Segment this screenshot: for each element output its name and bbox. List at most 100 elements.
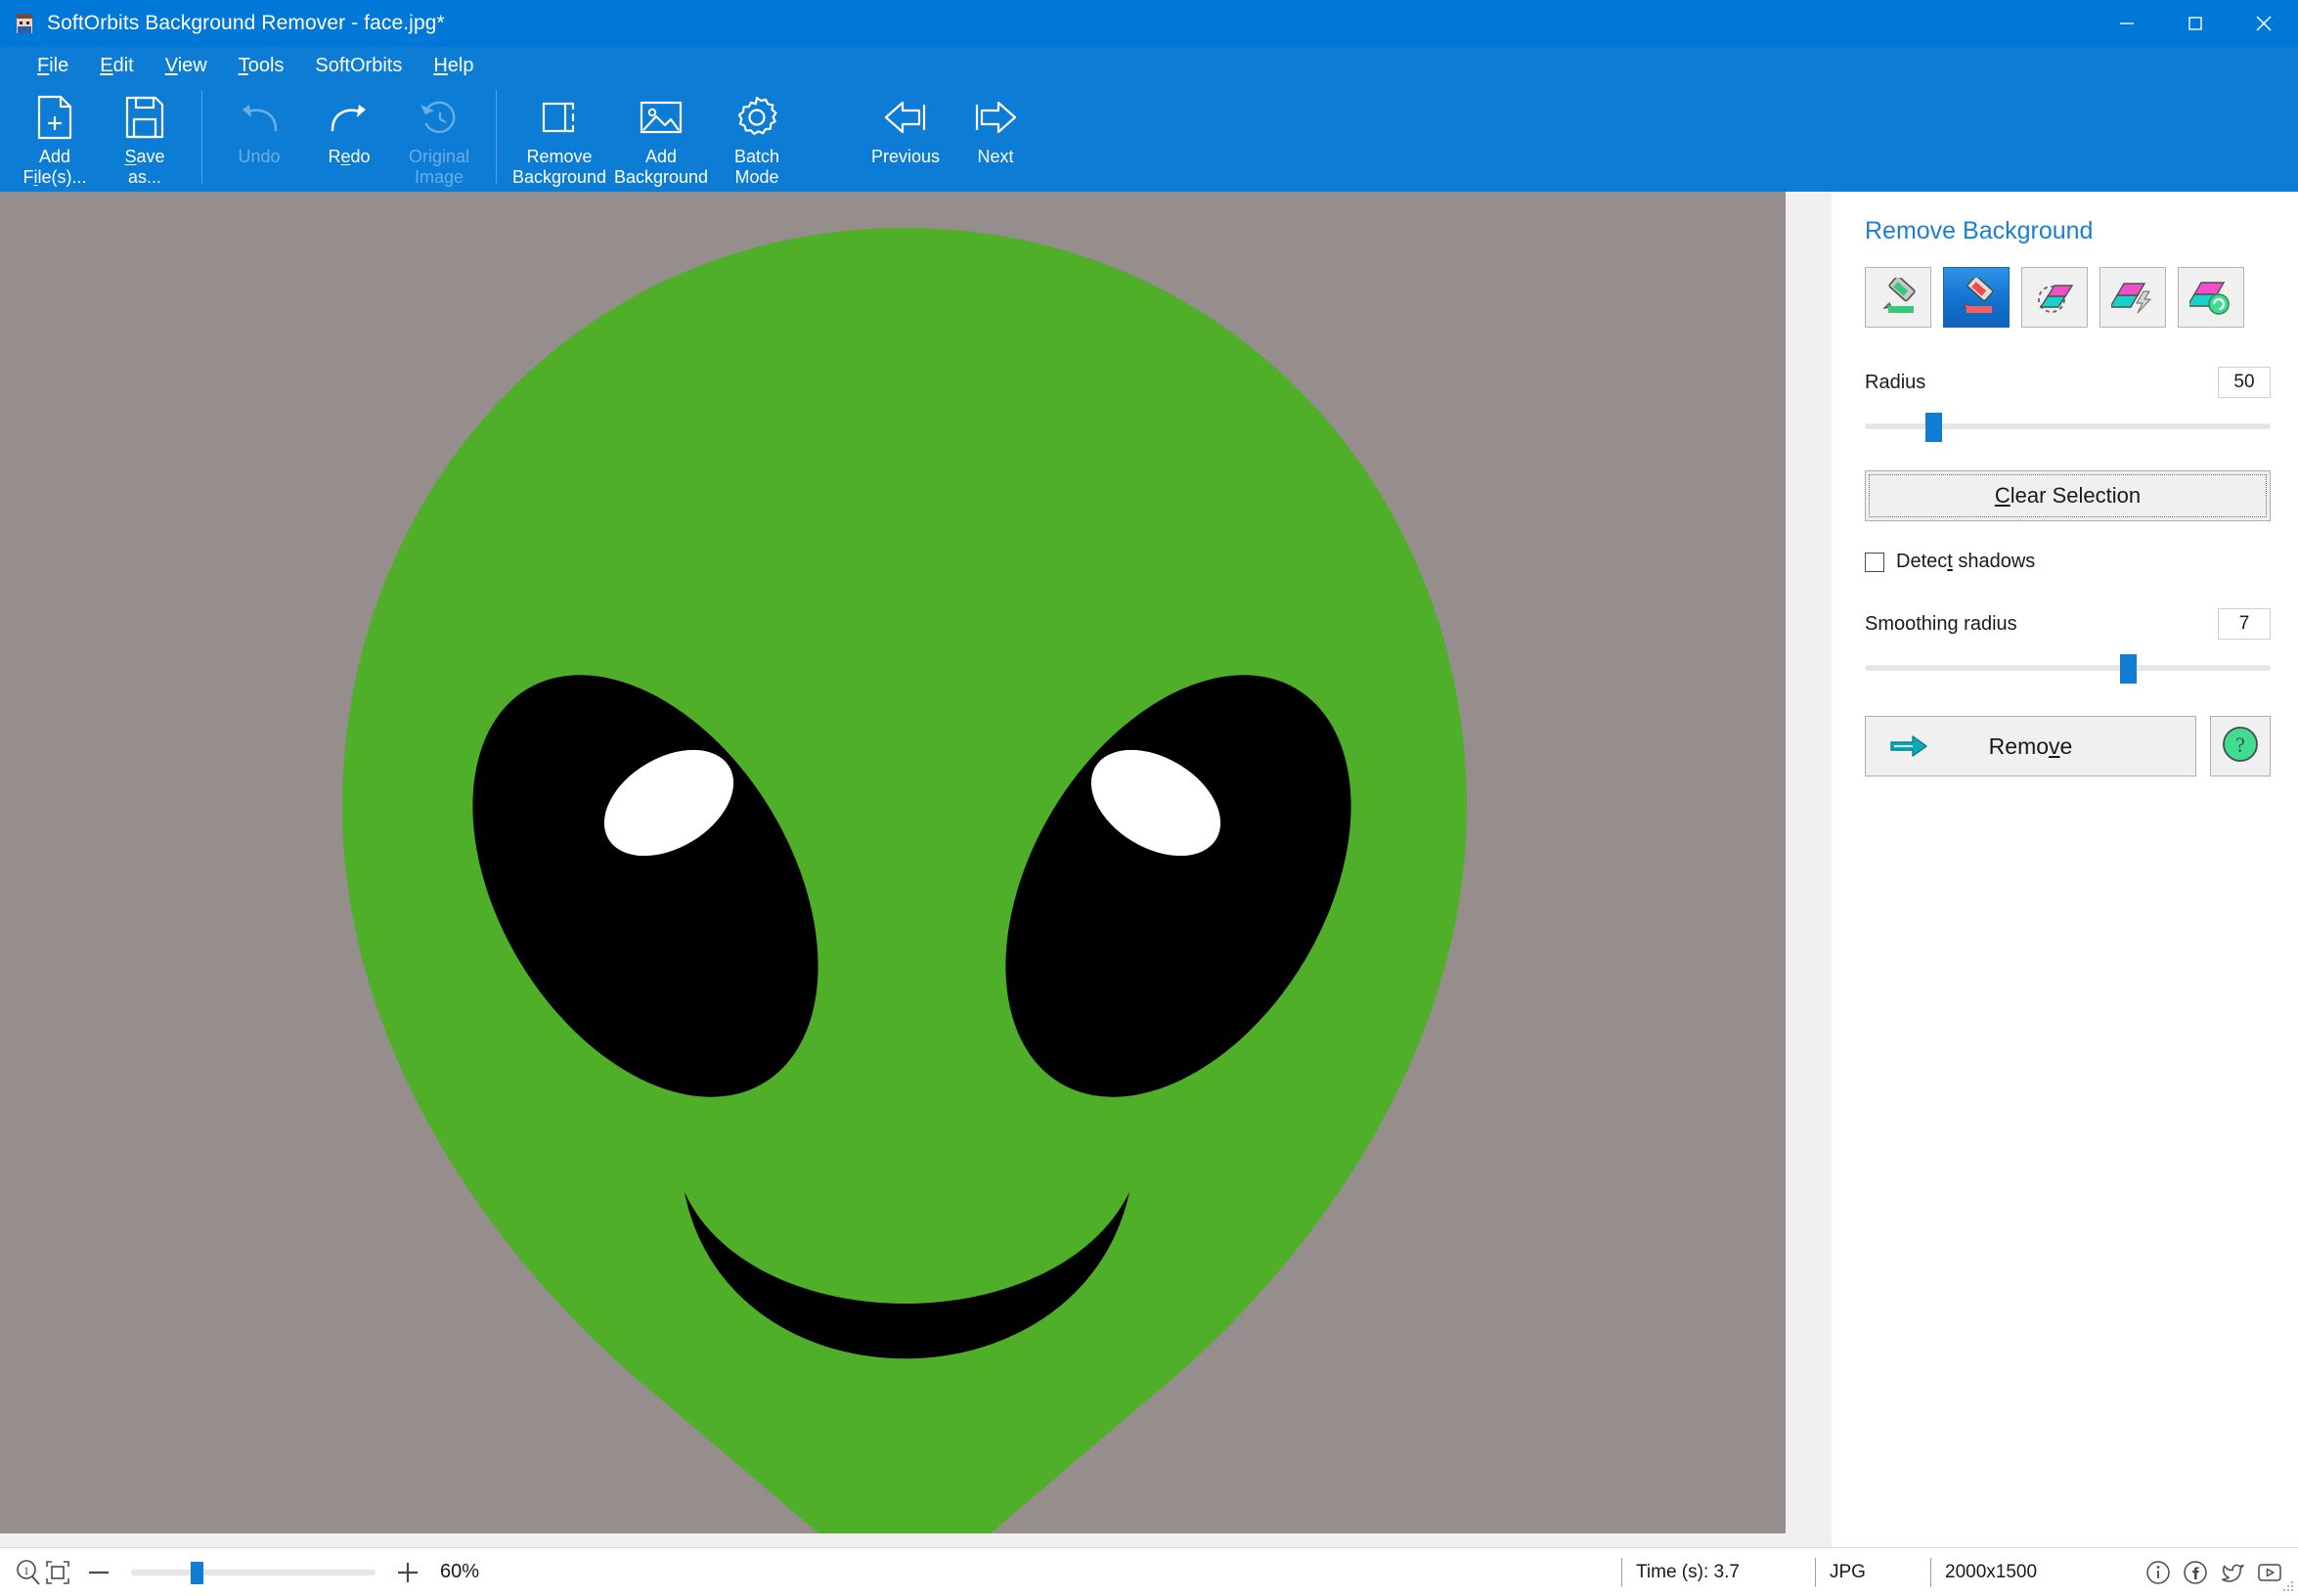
restore-tool-button[interactable] [2178, 267, 2244, 328]
undo-button[interactable]: Undo [214, 84, 304, 167]
save-as-button[interactable]: Save as... [100, 84, 190, 188]
batch-mode-button[interactable]: Batch Mode [712, 84, 802, 188]
lightning-eraser-icon [2111, 278, 2154, 317]
quick-erase-tool-button[interactable] [2099, 267, 2166, 328]
menu-edit[interactable]: Edit [84, 55, 149, 77]
twitter-bird-icon[interactable] [2218, 1558, 2247, 1587]
canvas-area[interactable] [0, 192, 1832, 1547]
arrow-right-teal-icon [1889, 733, 1928, 759]
menu-tools[interactable]: Tools [223, 55, 300, 77]
radius-label: Radius [1865, 371, 1926, 393]
ribbon-group-nav: Previous Next [861, 84, 1040, 167]
refresh-eraser-icon [2189, 278, 2232, 317]
next-button[interactable]: Next [950, 84, 1040, 167]
dashed-crop-icon [538, 92, 581, 143]
app-icon [14, 13, 35, 34]
ribbon-separator-2 [496, 90, 497, 184]
ribbon-group-actions: Remove Background Add Background Batch M… [508, 84, 802, 188]
ribbon-separator-1 [201, 90, 202, 184]
zoom-actual-size-icon[interactable]: 1 [14, 1558, 43, 1587]
plus-icon[interactable] [393, 1558, 422, 1587]
svg-text:1: 1 [23, 1564, 29, 1577]
status-right-group: Time (s): 3.7 JPG 2000x1500 [1621, 1548, 2284, 1596]
file-plus-icon [35, 92, 74, 143]
window-title: SoftOrbits Background Remover - face.jpg… [47, 12, 445, 34]
radius-value-input[interactable]: 50 [2218, 367, 2271, 398]
resize-grip[interactable] [2281, 1579, 2295, 1593]
ribbon-group-file: Add File(s)... Save as... [10, 84, 190, 188]
clear-selection-label: Clear Selection [1994, 483, 2142, 508]
redo-label: Redo [328, 147, 371, 166]
magic-eraser-tool-button[interactable] [2021, 267, 2088, 328]
social-links [2143, 1558, 2284, 1587]
menu-softorbits[interactable]: SoftOrbits [299, 55, 418, 77]
minus-icon[interactable] [84, 1558, 113, 1587]
maximize-button[interactable] [2161, 0, 2230, 47]
image-dimensions-label: 2000x1500 [1930, 1558, 2126, 1587]
undo-label: Undo [238, 147, 281, 166]
smoothing-radius-slider-track [1865, 665, 2271, 671]
status-bar: 1 60% Time (s): 3.7 JPG 2000x1500 [0, 1547, 2298, 1596]
tool-button-row [1865, 267, 2271, 328]
add-files-label: Add File(s)... [22, 147, 87, 187]
clear-selection-button[interactable]: Clear Selection [1865, 470, 2271, 521]
question-mark-icon: ? [2220, 724, 2261, 770]
red-marker-icon [1955, 278, 1998, 317]
add-background-button[interactable]: Add Background [610, 84, 712, 188]
detect-shadows-checkbox[interactable] [1865, 552, 1884, 572]
gear-icon [734, 92, 779, 143]
smoothing-radius-label: Smoothing radius [1865, 612, 2017, 635]
previous-button[interactable]: Previous [861, 84, 950, 167]
window-controls [2093, 0, 2298, 47]
minimize-button[interactable] [2093, 0, 2161, 47]
detect-shadows-label: Detect shadows [1896, 551, 2036, 572]
green-marker-icon [1877, 278, 1920, 317]
youtube-play-icon[interactable] [2255, 1558, 2284, 1587]
arrow-left-icon [882, 92, 929, 143]
smoothing-radius-value-input[interactable]: 7 [2218, 608, 2271, 640]
menu-bar: File Edit View Tools SoftOrbits Help [0, 47, 2298, 84]
add-files-button[interactable]: Add File(s)... [10, 84, 100, 188]
mark-remove-tool-button[interactable] [1943, 267, 2010, 328]
ribbon-group-history: Undo Redo Original Image [214, 84, 484, 188]
smoothing-radius-slider-thumb[interactable] [2120, 654, 2138, 684]
batch-mode-label: Batch Mode [733, 147, 780, 187]
action-row: Remove ? [1865, 716, 2271, 776]
remove-button[interactable]: Remove [1865, 716, 2196, 776]
remove-background-button[interactable]: Remove Background [508, 84, 610, 188]
mark-keep-tool-button[interactable] [1865, 267, 1931, 328]
radius-slider[interactable] [1865, 410, 2271, 443]
zoom-controls: 1 60% [14, 1558, 479, 1587]
original-image-button[interactable]: Original Image [394, 84, 484, 188]
arrow-right-icon [972, 92, 1019, 143]
redo-arrow-icon [327, 92, 372, 143]
application-window: SoftOrbits Background Remover - face.jpg… [0, 0, 2298, 1596]
detect-shadows-row[interactable]: Detect shadows [1865, 551, 2271, 573]
menu-file[interactable]: File [22, 55, 84, 77]
ribbon-toolbar: Add File(s)... Save as... Undo Redo Orig… [0, 84, 2298, 192]
next-label: Next [977, 147, 1014, 166]
original-image-label: Original Image [408, 147, 470, 187]
help-button[interactable]: ? [2210, 716, 2271, 776]
radius-slider-thumb[interactable] [1925, 413, 1943, 442]
image-canvas[interactable] [0, 192, 1786, 1533]
zoom-percent-label: 60% [440, 1561, 480, 1582]
smoothing-radius-field-row: Smoothing radius 7 [1865, 608, 2271, 640]
undo-arrow-icon [237, 92, 282, 143]
floppy-disk-icon [124, 92, 165, 143]
info-circle-icon[interactable] [2143, 1558, 2173, 1587]
menu-view[interactable]: View [150, 55, 223, 77]
processing-time-label: Time (s): 3.7 [1621, 1558, 1807, 1587]
close-button[interactable] [2230, 0, 2298, 47]
picture-icon [638, 92, 685, 143]
facebook-icon[interactable] [2181, 1558, 2210, 1587]
fit-to-window-icon[interactable] [43, 1558, 72, 1587]
menu-help[interactable]: Help [418, 55, 489, 77]
add-background-label: Add Background [613, 147, 709, 187]
zoom-slider[interactable] [131, 1558, 376, 1587]
panel-title: Remove Background [1865, 217, 2094, 244]
zoom-slider-thumb[interactable] [191, 1561, 203, 1584]
smoothing-radius-slider[interactable] [1865, 651, 2271, 685]
alien-face-image [0, 192, 1786, 1533]
redo-button[interactable]: Redo [304, 84, 394, 167]
